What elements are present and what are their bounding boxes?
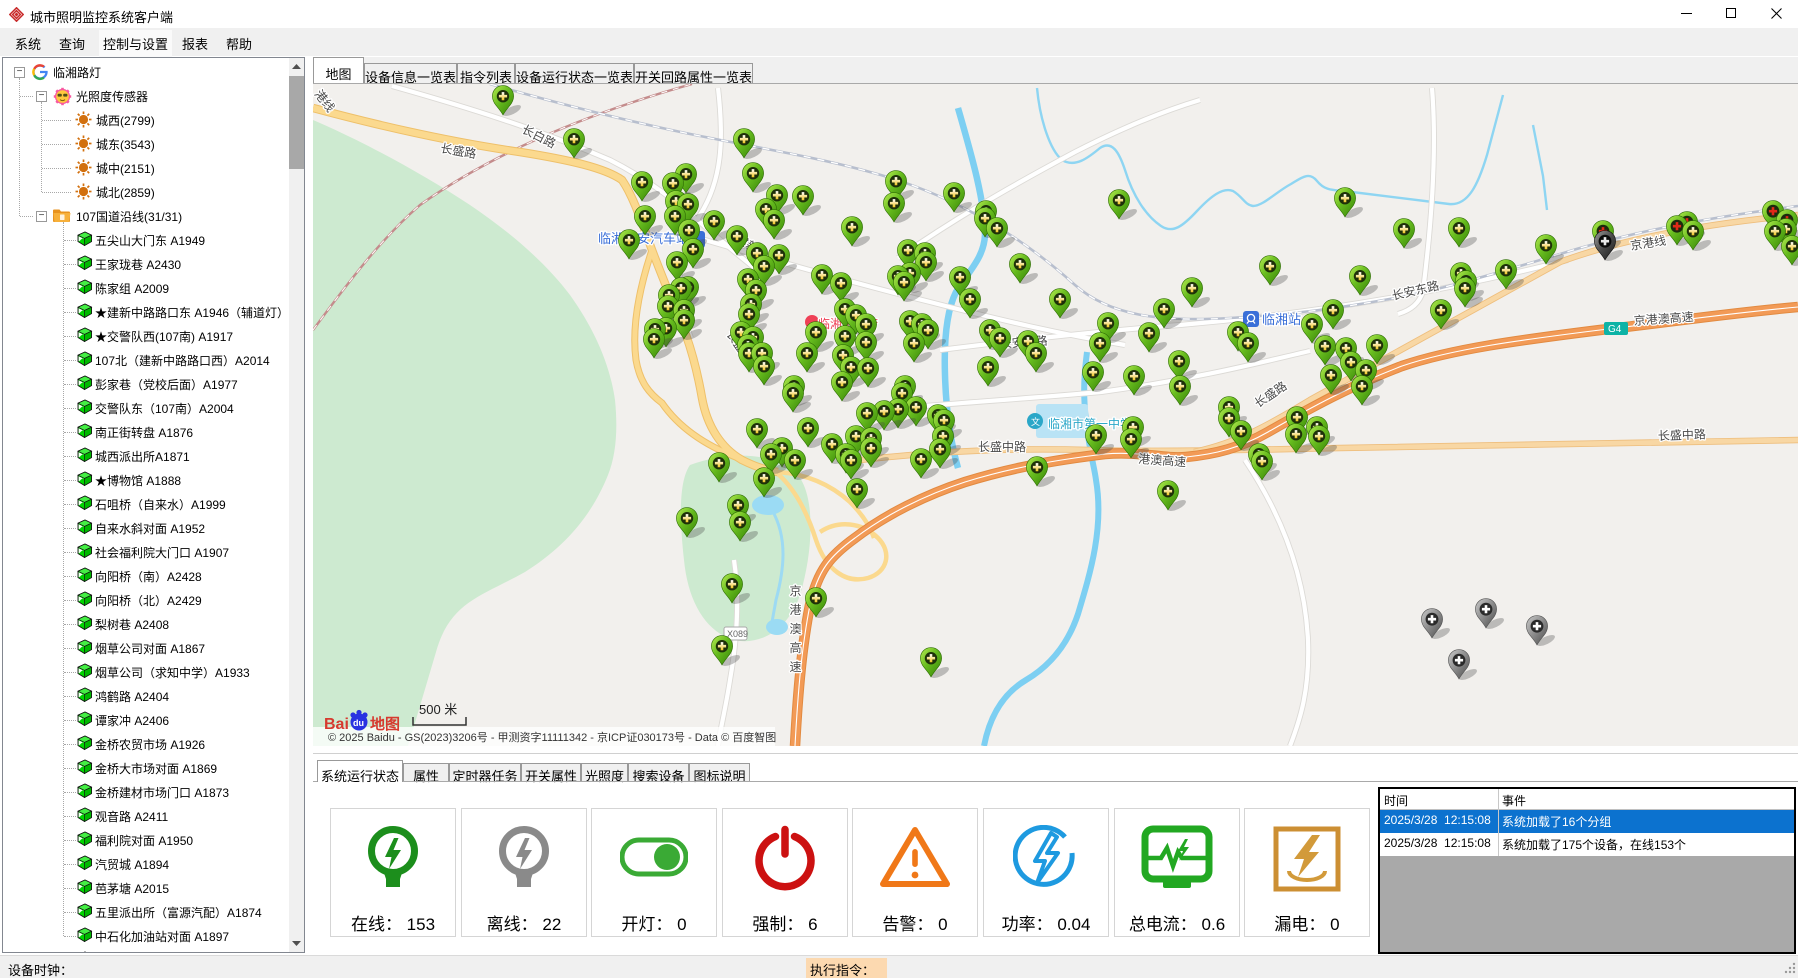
svg-text:G4: G4 xyxy=(1608,324,1622,335)
svg-text:X089: X089 xyxy=(727,629,748,639)
svg-text:© 2025 Baidu - GS(2023)3206号 -: © 2025 Baidu - GS(2023)3206号 - 甲测资字11111… xyxy=(328,730,776,744)
svg-text:地图: 地图 xyxy=(370,715,400,733)
svg-text:长盛中路: 长盛中路 xyxy=(1658,426,1707,443)
svg-text:京港澳高速: 京港澳高速 xyxy=(788,582,802,677)
svg-text:临湘站: 临湘站 xyxy=(1262,312,1301,327)
svg-text:500 米: 500 米 xyxy=(419,702,457,717)
svg-text:du: du xyxy=(353,718,364,728)
svg-text:文: 文 xyxy=(1031,416,1040,427)
svg-text:Bai: Bai xyxy=(324,716,349,733)
svg-text:长盛中路: 长盛中路 xyxy=(978,439,1026,454)
